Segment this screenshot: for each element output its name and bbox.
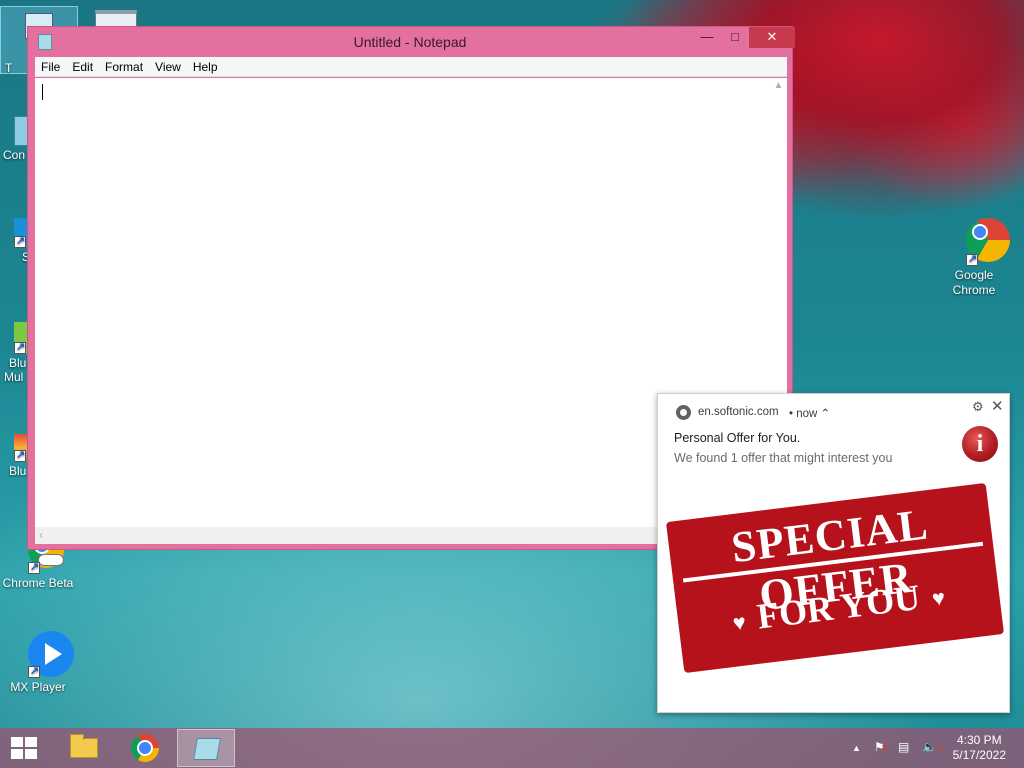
close-notification-icon[interactable]: ✕ bbox=[991, 397, 1004, 415]
clock-date: 5/17/2022 bbox=[952, 748, 1006, 762]
chevron-up-icon[interactable]: ⌃ bbox=[821, 408, 831, 420]
shortcut-arrow-icon bbox=[28, 560, 40, 574]
chrome-logo-icon bbox=[131, 734, 159, 762]
scroll-up-icon[interactable]: ▲ bbox=[770, 80, 787, 91]
system-clock[interactable]: 4:30 PM 5/17/2022 bbox=[953, 733, 1006, 763]
minimize-button[interactable]: — bbox=[693, 27, 721, 48]
shortcut-arrow-icon bbox=[14, 340, 26, 354]
notification-body: We found 1 offer that might interest you bbox=[674, 451, 893, 465]
taskbar-notepad[interactable] bbox=[177, 729, 235, 767]
google-chrome-icon bbox=[950, 216, 1010, 266]
folder-icon bbox=[70, 734, 98, 758]
window-title: Untitled - Notepad bbox=[353, 34, 467, 50]
network-icon[interactable]: ▤ bbox=[898, 740, 909, 754]
desktop-icon-s[interactable]: S bbox=[0, 218, 32, 265]
notification-time: • now ⌃ bbox=[789, 406, 830, 420]
heart-icon: ♥ bbox=[930, 584, 947, 611]
special-offer-image[interactable]: SPECIAL OFFER ♥ FOR YOU ♥ bbox=[665, 482, 1005, 674]
desktop-icon-mx-player[interactable]: MX Player bbox=[0, 630, 76, 695]
gear-icon[interactable]: ⚙ bbox=[972, 399, 984, 415]
desktop-icon-label: Chrome Beta bbox=[2, 576, 74, 590]
desktop-icon-label: Google Chrome bbox=[952, 268, 996, 297]
desktop-icon-bluestacks-multi[interactable]: Blu Mul bbox=[0, 322, 32, 385]
desktop-icon-label: MX Player bbox=[10, 680, 66, 694]
menu-help[interactable]: Help bbox=[187, 57, 224, 74]
notification-title: Personal Offer for You. bbox=[674, 431, 801, 445]
desktop-icon-label: T bbox=[5, 61, 13, 75]
text-caret bbox=[42, 84, 43, 100]
desktop-icon-google-chrome[interactable]: Google Chrome bbox=[936, 216, 1012, 298]
menu-file[interactable]: File bbox=[35, 57, 66, 74]
menu-format[interactable]: Format bbox=[99, 57, 149, 74]
start-button[interactable] bbox=[0, 728, 48, 768]
maximize-button[interactable]: □ bbox=[721, 27, 749, 48]
action-center-flag-icon[interactable]: ⚑✕ bbox=[874, 740, 888, 754]
close-button[interactable]: ✕ bbox=[749, 27, 795, 48]
notification-popup[interactable]: en.softonic.com • now ⌃ ⚙ ✕ Personal Off… bbox=[657, 393, 1010, 713]
taskbar-file-explorer[interactable] bbox=[54, 729, 112, 767]
beta-tag-icon bbox=[38, 554, 64, 566]
mx-player-icon bbox=[14, 630, 74, 678]
taskbar: ▲ ⚑✕ ▤ 🔈✕ 4:30 PM 5/17/2022 bbox=[0, 728, 1024, 768]
desktop-icon-bluestacks[interactable]: Blu bbox=[0, 434, 32, 479]
menu-view[interactable]: View bbox=[149, 57, 187, 74]
notification-time-text: • now bbox=[789, 408, 818, 420]
windows-logo-icon bbox=[11, 737, 37, 759]
clock-time: 4:30 PM bbox=[956, 733, 1002, 747]
desktop-icon-control-panel[interactable]: Con bbox=[0, 116, 36, 163]
chrome-source-icon bbox=[676, 405, 691, 420]
heart-icon: ♥ bbox=[731, 609, 748, 636]
shortcut-arrow-icon bbox=[28, 664, 40, 678]
menu-edit[interactable]: Edit bbox=[66, 57, 99, 74]
title-bar[interactable]: Untitled - Notepad — □ ✕ bbox=[28, 27, 795, 57]
play-icon bbox=[45, 643, 62, 665]
notepad-icon bbox=[193, 738, 221, 760]
shortcut-arrow-icon bbox=[966, 252, 978, 266]
scroll-left-icon[interactable]: ‹ bbox=[39, 528, 43, 542]
notification-source: en.softonic.com bbox=[698, 406, 779, 418]
volume-muted-icon[interactable]: 🔈✕ bbox=[922, 740, 944, 754]
shortcut-arrow-icon bbox=[14, 234, 26, 248]
show-hidden-icons-icon[interactable]: ▲ bbox=[852, 743, 861, 753]
shortcut-arrow-icon bbox=[14, 448, 26, 462]
menu-bar: File Edit Format View Help bbox=[35, 57, 787, 77]
desktop-icon-label: Con bbox=[3, 148, 26, 162]
taskbar-google-chrome[interactable] bbox=[116, 729, 174, 767]
info-icon: i bbox=[962, 426, 998, 462]
